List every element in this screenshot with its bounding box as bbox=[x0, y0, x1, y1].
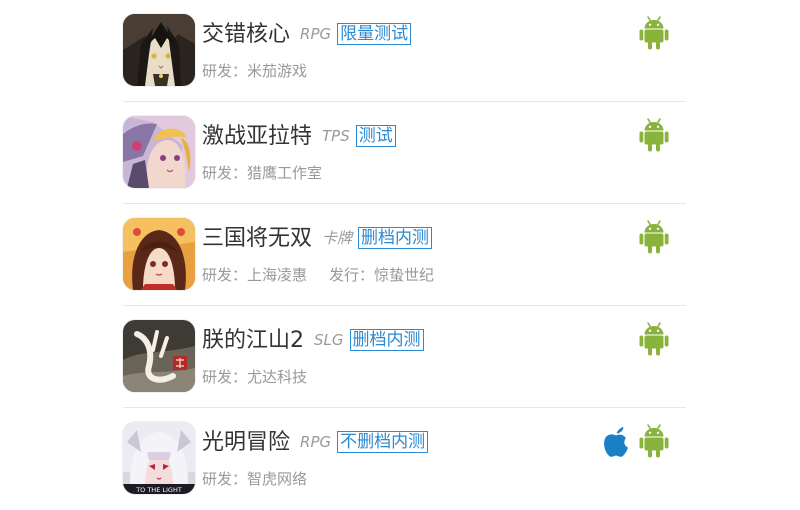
android-icon[interactable] bbox=[639, 321, 669, 357]
game-icon-zhendejiangshan2[interactable] bbox=[123, 320, 195, 392]
test-status-badge: 删档内测 bbox=[358, 227, 433, 249]
developer-text: 研发：上海凌惠 bbox=[202, 266, 308, 284]
game-row[interactable]: 朕的江山2 SLG 删档内测 研发：尤达科技 bbox=[123, 306, 686, 408]
game-icon-guangmingmaoxian[interactable]: TO THE LIGHT bbox=[123, 422, 195, 494]
game-meta: 研发：猎鹰工作室 bbox=[202, 163, 322, 183]
game-row[interactable]: TO THE LIGHT 光明冒险 RPG 不删档内测 研发：智虎网络 bbox=[123, 408, 686, 510]
game-icon-jiaocuohexin[interactable] bbox=[123, 14, 195, 86]
game-genre: RPG bbox=[300, 25, 332, 43]
game-meta: 研发：米茄游戏 bbox=[202, 61, 307, 81]
platform-icons bbox=[639, 15, 669, 51]
developer-text: 研发：米茄游戏 bbox=[202, 62, 308, 80]
test-status-badge: 删档内测 bbox=[349, 329, 424, 351]
game-name[interactable]: 光明冒险 bbox=[202, 430, 290, 455]
platform-icons bbox=[639, 219, 669, 255]
developer-text: 研发：尤达科技 bbox=[202, 368, 308, 386]
android-icon[interactable] bbox=[639, 219, 669, 255]
test-status-badge: 限量测试 bbox=[337, 23, 412, 45]
game-title-line: 激战亚拉特 TPS 测试 bbox=[202, 122, 396, 151]
icon-caption: TO THE LIGHT bbox=[135, 486, 182, 494]
game-genre: SLG bbox=[314, 331, 344, 349]
game-genre: 卡牌 bbox=[322, 229, 353, 247]
game-name[interactable]: 三国将无双 bbox=[202, 226, 312, 251]
game-title-line: 三国将无双 卡牌 删档内测 bbox=[202, 224, 433, 253]
publisher-text: 发行：惊蛰世纪 bbox=[329, 266, 435, 284]
developer-text: 研发：智虎网络 bbox=[202, 470, 308, 488]
game-title-line: 交错核心 RPG 限量测试 bbox=[202, 20, 412, 49]
game-row[interactable]: 激战亚拉特 TPS 测试 研发：猎鹰工作室 bbox=[123, 102, 686, 204]
game-genre: RPG bbox=[300, 433, 332, 451]
game-row[interactable]: 交错核心 RPG 限量测试 研发：米茄游戏 bbox=[123, 0, 686, 102]
game-row[interactable]: 三国将无双 卡牌 删档内测 研发：上海凌惠 发行：惊蛰世纪 bbox=[123, 204, 686, 306]
game-name[interactable]: 朕的江山2 bbox=[202, 328, 304, 353]
android-icon[interactable] bbox=[639, 117, 669, 153]
game-title-line: 光明冒险 RPG 不删档内测 bbox=[202, 428, 429, 457]
game-list: 交错核心 RPG 限量测试 研发：米茄游戏 激战亚拉特 TPS 测试 研发：猎鹰… bbox=[123, 0, 686, 510]
android-icon[interactable] bbox=[639, 423, 669, 459]
game-genre: TPS bbox=[322, 127, 350, 145]
game-name[interactable]: 激战亚拉特 bbox=[202, 124, 312, 149]
game-icon-jizhanyalate[interactable] bbox=[123, 116, 195, 188]
platform-icons bbox=[639, 117, 669, 153]
game-meta: 研发：尤达科技 bbox=[202, 367, 307, 387]
android-icon[interactable] bbox=[639, 15, 669, 51]
game-meta: 研发：上海凌惠 发行：惊蛰世纪 bbox=[202, 265, 434, 285]
platform-icons bbox=[601, 423, 669, 459]
test-status-badge: 测试 bbox=[355, 125, 396, 147]
game-name[interactable]: 交错核心 bbox=[202, 22, 290, 47]
developer-text: 研发：猎鹰工作室 bbox=[202, 164, 323, 182]
apple-icon[interactable] bbox=[601, 423, 631, 459]
platform-icons bbox=[639, 321, 669, 357]
game-title-line: 朕的江山2 SLG 删档内测 bbox=[202, 326, 424, 355]
game-icon-sanguojiangwushuang[interactable] bbox=[123, 218, 195, 290]
test-status-badge: 不删档内测 bbox=[337, 431, 429, 453]
game-meta: 研发：智虎网络 bbox=[202, 469, 307, 489]
